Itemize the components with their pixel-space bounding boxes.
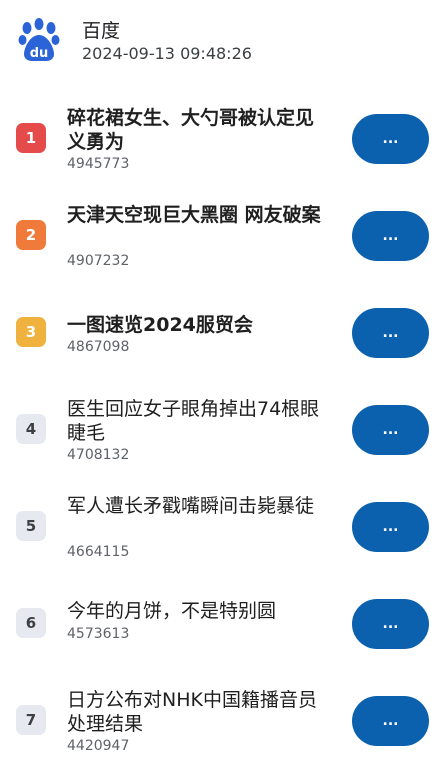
more-button[interactable]: ... bbox=[352, 599, 429, 649]
list-item[interactable]: 7 日方公布对NHK中国籍播音员处理结果 4420947 ... bbox=[0, 672, 443, 765]
list-item[interactable]: 2 天津天空现巨大黑圈 网友破案 4907232 ... bbox=[0, 187, 443, 284]
hot-count: 4907232 bbox=[67, 253, 130, 269]
rank-badge: 1 bbox=[16, 123, 46, 153]
more-button[interactable]: ... bbox=[352, 308, 429, 358]
rank-badge: 4 bbox=[16, 414, 46, 444]
list-item[interactable]: 4 医生回应女子眼角掉出74根眼睫毛 4708132 ... bbox=[0, 381, 443, 478]
more-button[interactable]: ... bbox=[352, 405, 429, 455]
hot-count: 4420947 bbox=[67, 738, 130, 754]
more-button[interactable]: ... bbox=[352, 696, 429, 746]
app-title: 百度 bbox=[82, 20, 121, 42]
logo-text: du bbox=[30, 46, 49, 61]
list-item[interactable]: 6 今年的月饼，不是特别圆 4573613 ... bbox=[0, 575, 443, 672]
more-button[interactable]: ... bbox=[352, 502, 429, 552]
hot-search-list: 1 碎花裙女生、大勺哥被认定见义勇为 4945773 ... 2 天津天空现巨大… bbox=[0, 90, 443, 765]
item-title[interactable]: 军人遭长矛戳嘴瞬间击毙暴徒 bbox=[67, 494, 329, 518]
rank-badge: 2 bbox=[16, 220, 46, 250]
rank-badge: 5 bbox=[16, 511, 46, 541]
item-title[interactable]: 医生回应女子眼角掉出74根眼睫毛 bbox=[67, 397, 329, 445]
hot-count: 4573613 bbox=[67, 626, 130, 642]
baidu-paw-logo-icon: du bbox=[18, 18, 60, 61]
rank-badge: 7 bbox=[16, 705, 46, 735]
update-timestamp: 2024-09-13 09:48:26 bbox=[82, 44, 252, 63]
app-header: du 百度 2024-09-13 09:48:26 bbox=[0, 0, 443, 80]
item-title[interactable]: 碎花裙女生、大勺哥被认定见义勇为 bbox=[67, 106, 329, 154]
hot-count: 4945773 bbox=[67, 156, 130, 172]
hot-count: 4708132 bbox=[67, 447, 130, 463]
more-button[interactable]: ... bbox=[352, 211, 429, 261]
hot-count: 4664115 bbox=[67, 544, 130, 560]
hot-count: 4867098 bbox=[67, 339, 130, 355]
item-title[interactable]: 今年的月饼，不是特别圆 bbox=[67, 599, 329, 623]
list-item[interactable]: 5 军人遭长矛戳嘴瞬间击毙暴徒 4664115 ... bbox=[0, 478, 443, 575]
rank-badge: 6 bbox=[16, 608, 46, 638]
item-title[interactable]: 天津天空现巨大黑圈 网友破案 bbox=[67, 203, 329, 227]
item-title[interactable]: 一图速览2024服贸会 bbox=[67, 313, 329, 337]
more-button[interactable]: ... bbox=[352, 114, 429, 164]
list-item[interactable]: 3 一图速览2024服贸会 4867098 ... bbox=[0, 284, 443, 381]
list-item[interactable]: 1 碎花裙女生、大勺哥被认定见义勇为 4945773 ... bbox=[0, 90, 443, 187]
rank-badge: 3 bbox=[16, 317, 46, 347]
item-title[interactable]: 日方公布对NHK中国籍播音员处理结果 bbox=[67, 688, 329, 736]
